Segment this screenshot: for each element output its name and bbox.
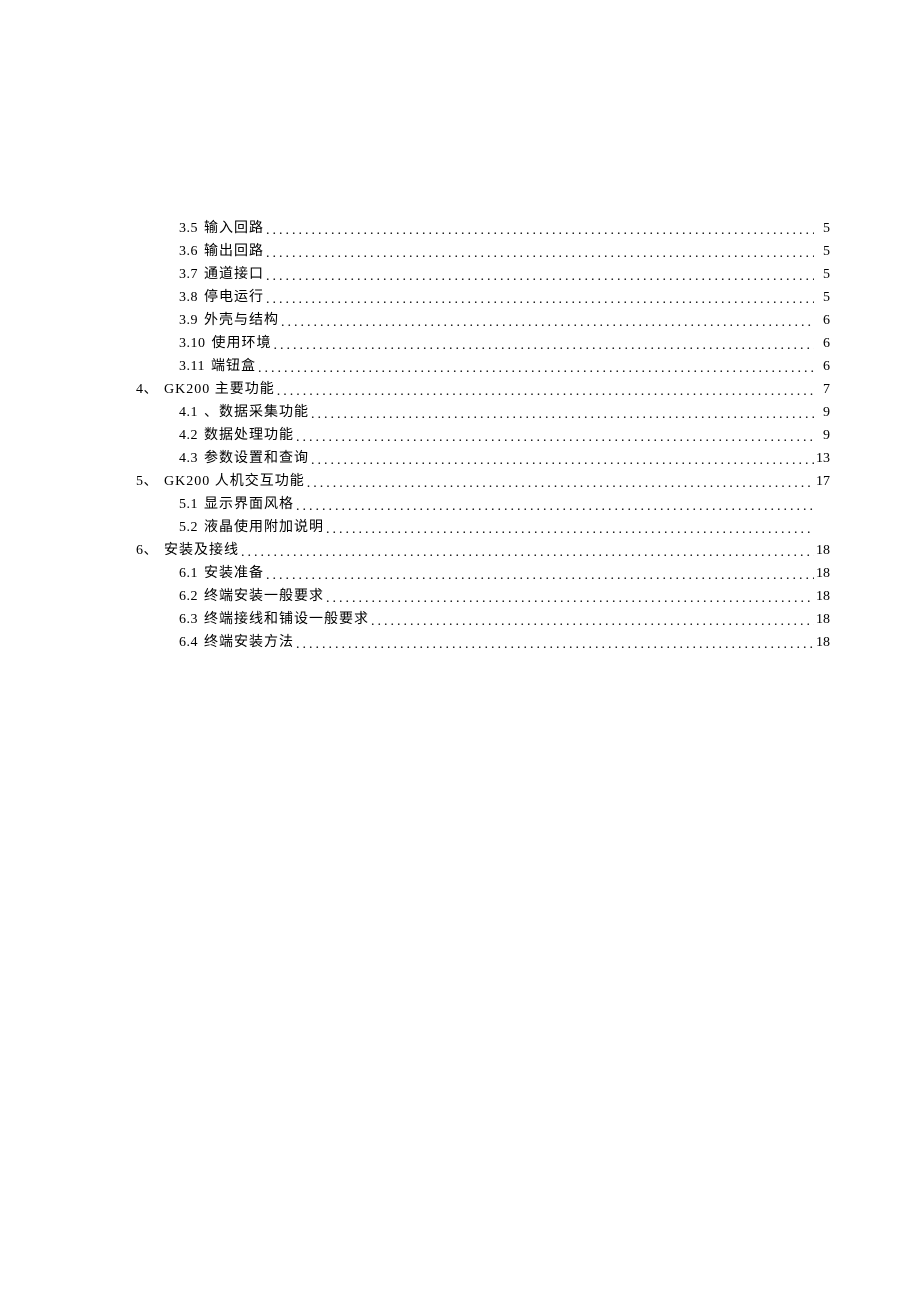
toc-leader-dots [266, 224, 814, 238]
toc-page-number: 6 [816, 314, 830, 328]
toc-entry: 3.11 端钮盒 6 [136, 360, 830, 374]
toc-title: 通道接口 [204, 268, 264, 282]
toc-entry: 3.6 输出回路 5 [136, 245, 830, 259]
toc-number: 3.6 [179, 245, 198, 259]
toc-number: 4.3 [179, 452, 198, 466]
toc-entry: 6.4 终端安装方法 18 [136, 636, 830, 650]
toc-page-number: 18 [816, 590, 830, 604]
toc-entry: 5.1显示界面风格0 [136, 498, 830, 512]
toc-title: 液晶使用附加说明 [204, 521, 324, 535]
toc-page-number: 7 [816, 383, 830, 397]
toc-title: 端钮盒 [211, 360, 256, 374]
toc-page-number: 5 [816, 291, 830, 305]
toc-page-number: 5 [816, 245, 830, 259]
toc-page-number: 18 [816, 636, 830, 650]
toc-entry: 4.3 参数设置和查询 13 [136, 452, 830, 466]
toc-title: 、数据采集功能 [204, 406, 309, 420]
toc-page-number: 18 [816, 567, 830, 581]
toc-number: 4.2 [179, 429, 198, 443]
toc-number: 6.4 [179, 636, 198, 650]
toc-number: 3.7 [179, 268, 198, 282]
toc-number: 5.2 [179, 521, 198, 535]
toc-leader-dots [326, 592, 814, 606]
toc-leader-dots [311, 408, 814, 422]
toc-number: 5.1 [179, 498, 198, 512]
toc-entry: 5、 GK200 人机交互功能 17 [136, 475, 830, 489]
toc-number: 3.11 [179, 360, 205, 374]
toc-leader-dots [241, 546, 814, 560]
toc-page-number: 13 [816, 452, 830, 466]
toc-page-number: 18 [816, 613, 830, 627]
toc-number: 5、 [136, 475, 158, 489]
toc-title: 安装及接线 [164, 544, 239, 558]
toc-number: 4、 [136, 383, 158, 397]
toc-entry: 6.2 终端安装一般要求 18 [136, 590, 830, 604]
toc-leader-dots [266, 569, 814, 583]
toc-leader-dots [277, 385, 814, 399]
toc-number: 3.5 [179, 222, 198, 236]
toc-number: 6.3 [179, 613, 198, 627]
toc-title: GK200 主要功能 [164, 383, 275, 397]
toc-title: 安装准备 [204, 567, 264, 581]
toc-leader-dots [296, 500, 814, 514]
toc-title: 停电运行 [204, 291, 264, 305]
toc-entry: 3.9 外壳与结构 6 [136, 314, 830, 328]
toc-number: 6.2 [179, 590, 198, 604]
toc-leader-dots [371, 615, 814, 629]
table-of-contents: 3.5 输入回路 5 3.6 输出回路 5 3.7 通道接口 5 3.8 停电运行 5 3.9 外壳与结构… [136, 222, 830, 659]
toc-title: 数据处理功能 [204, 429, 294, 443]
toc-page-number: 9 [816, 429, 830, 443]
toc-entry: 3.8 停电运行 5 [136, 291, 830, 305]
toc-number: 3.9 [179, 314, 198, 328]
toc-page-number: 6 [816, 360, 830, 374]
toc-number: 3.8 [179, 291, 198, 305]
toc-title: 终端安装方法 [204, 636, 294, 650]
toc-leader-dots [296, 638, 814, 652]
toc-entry: 3.5 输入回路 5 [136, 222, 830, 236]
toc-entry: 3.10 使用环境 6 [136, 337, 830, 351]
toc-leader-dots [266, 293, 814, 307]
toc-leader-dots [281, 316, 814, 330]
toc-page-number: 18 [816, 544, 830, 558]
toc-entry: 3.7 通道接口 5 [136, 268, 830, 282]
toc-title: 终端接线和铺设一般要求 [204, 613, 369, 627]
toc-title: 显示界面风格 [204, 498, 294, 512]
toc-entry: 6.1 安装准备 18 [136, 567, 830, 581]
toc-title: 输出回路 [204, 245, 264, 259]
toc-entry: 6.3 终端接线和铺设一般要求 18 [136, 613, 830, 627]
toc-leader-dots [266, 270, 814, 284]
toc-leader-dots [274, 339, 815, 353]
toc-number: 3.10 [179, 337, 206, 351]
toc-page-number: 5 [816, 222, 830, 236]
toc-page-number: 5 [816, 268, 830, 282]
toc-entry: 4、 GK200 主要功能 7 [136, 383, 830, 397]
toc-entry: 5.2液晶使用附加说明0 [136, 521, 830, 535]
toc-title: 使用环境 [212, 337, 272, 351]
toc-leader-dots [266, 247, 814, 261]
toc-entry: 4.2 数据处理功能 9 [136, 429, 830, 443]
toc-title: 终端安装一般要求 [204, 590, 324, 604]
toc-entry: 6、安装及接线 18 [136, 544, 830, 558]
toc-leader-dots [326, 523, 814, 537]
toc-title: GK200 人机交互功能 [164, 475, 305, 489]
toc-title: 输入回路 [204, 222, 264, 236]
toc-number: 6.1 [179, 567, 198, 581]
toc-leader-dots [296, 431, 814, 445]
toc-page-number: 6 [816, 337, 830, 351]
toc-leader-dots [311, 454, 814, 468]
toc-number: 6、 [136, 544, 158, 558]
toc-entry: 4.1 、数据采集功能 9 [136, 406, 830, 420]
toc-title: 参数设置和查询 [204, 452, 309, 466]
toc-title: 外壳与结构 [204, 314, 279, 328]
toc-number: 4.1 [179, 406, 198, 420]
toc-page-number: 9 [816, 406, 830, 420]
toc-page-number: 17 [816, 475, 830, 489]
toc-leader-dots [258, 362, 814, 376]
toc-leader-dots [307, 477, 814, 491]
